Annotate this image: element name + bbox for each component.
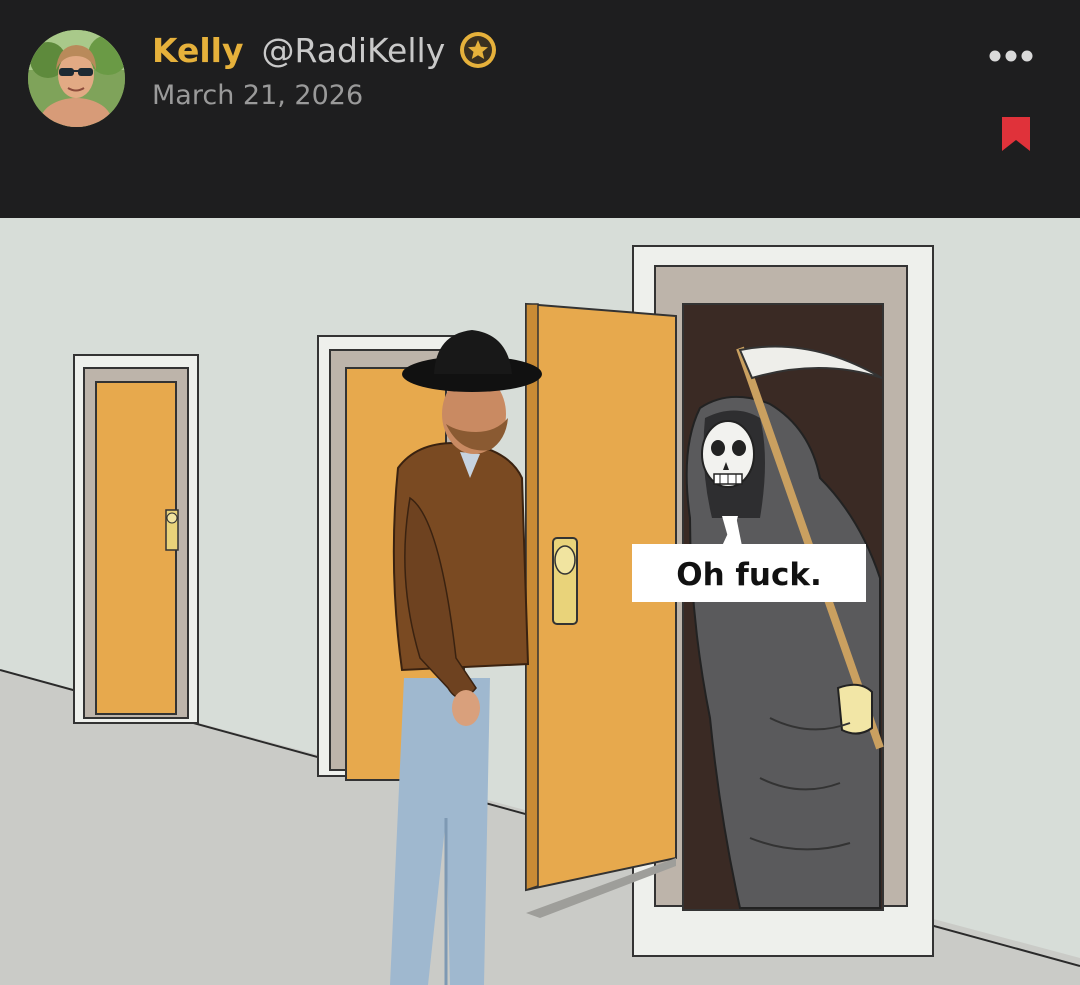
author-handle[interactable]: @RadiKelly xyxy=(262,31,446,70)
door-1 xyxy=(73,354,199,724)
more-options-button[interactable] xyxy=(983,38,1039,74)
post-header: Kelly @RadiKelly March 21, 2026 xyxy=(0,0,1080,218)
avatar[interactable] xyxy=(28,30,125,127)
author-line: Kelly @RadiKelly xyxy=(152,28,497,72)
bookmark-icon xyxy=(1002,117,1030,151)
author-name[interactable]: Kelly xyxy=(152,31,244,70)
social-post: Kelly @RadiKelly March 21, 2026 Oh fuck. xyxy=(0,0,1080,985)
bookmark-button[interactable] xyxy=(994,112,1038,156)
more-horizontal-icon xyxy=(989,50,1033,62)
post-image[interactable]: Oh fuck. xyxy=(0,218,1080,985)
post-date: March 21, 2026 xyxy=(152,80,364,111)
speech-bubble-text: Oh fuck. xyxy=(676,557,822,593)
star-badge-icon xyxy=(460,32,497,68)
avatar-photo xyxy=(28,30,125,127)
